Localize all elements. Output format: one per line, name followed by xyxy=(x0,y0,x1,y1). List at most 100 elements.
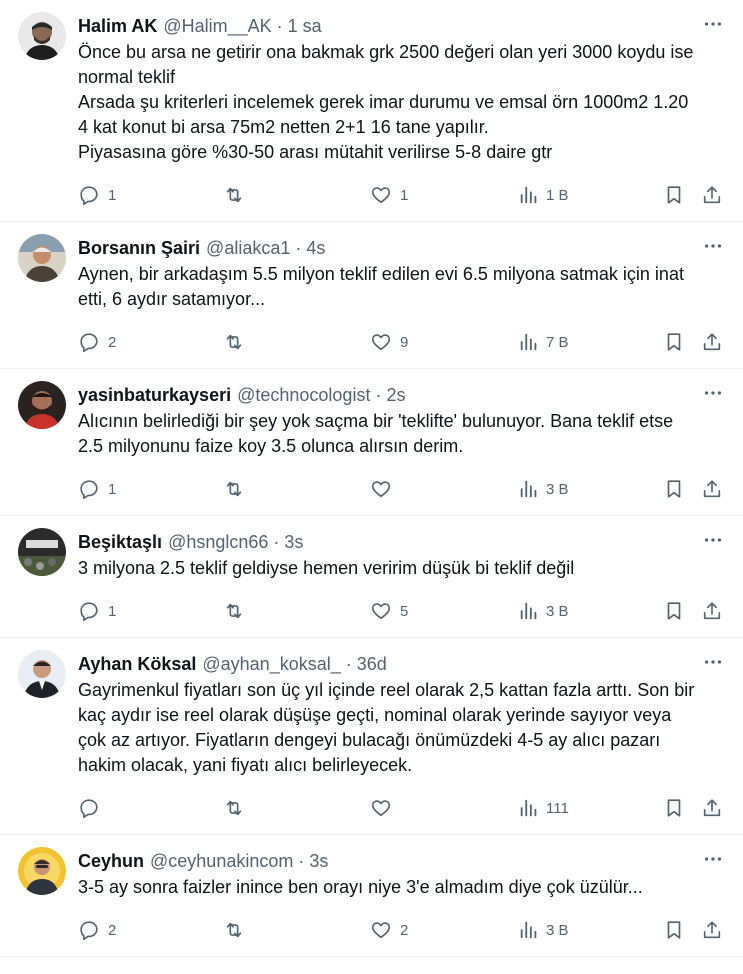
avatar[interactable] xyxy=(18,847,66,895)
user-handle[interactable]: @technocologist xyxy=(237,385,370,406)
timestamp[interactable]: 3s xyxy=(309,851,328,872)
reply-feed: Halim AK @Halim__AK · 1 sa Önce bu arsa … xyxy=(0,0,743,957)
views-button[interactable]: 1 B xyxy=(518,183,569,207)
user-handle[interactable]: @Halim__AK xyxy=(163,16,271,37)
share-button[interactable] xyxy=(701,477,723,501)
views-count: 3 B xyxy=(546,921,569,939)
timestamp[interactable]: 3s xyxy=(284,532,303,553)
retweet-button[interactable] xyxy=(223,330,253,354)
bookmark-button[interactable] xyxy=(663,330,685,354)
bookmark-icon xyxy=(663,331,685,353)
bookmark-icon xyxy=(663,184,685,206)
tweet[interactable]: Halim AK @Halim__AK · 1 sa Önce bu arsa … xyxy=(0,0,743,222)
like-button[interactable]: 1 xyxy=(370,183,408,207)
retweet-icon xyxy=(223,919,245,941)
like-button[interactable] xyxy=(370,477,400,501)
more-options-button[interactable] xyxy=(701,383,725,407)
bookmark-button[interactable] xyxy=(663,918,685,942)
display-name[interactable]: yasinbaturkayseri xyxy=(78,385,231,406)
reply-button[interactable]: 1 xyxy=(78,477,116,501)
like-button[interactable]: 5 xyxy=(370,599,408,623)
tweet-actions: 1 5 3 B xyxy=(78,587,727,637)
user-handle[interactable]: @ceyhunakincom xyxy=(150,851,293,872)
retweet-icon xyxy=(223,797,245,819)
reply-icon xyxy=(78,478,100,500)
bookmark-button[interactable] xyxy=(663,477,685,501)
retweet-button[interactable] xyxy=(223,183,253,207)
heart-icon xyxy=(370,478,392,500)
views-button[interactable]: 3 B xyxy=(518,477,569,501)
views-button[interactable]: 3 B xyxy=(518,599,569,623)
tweet[interactable]: Ceyhun @ceyhunakincom · 3s 3-5 ay sonra … xyxy=(0,835,743,957)
tweet-text: Alıcının belirlediği bir şey yok saçma b… xyxy=(78,411,679,456)
views-count: 111 xyxy=(546,799,569,817)
more-options-button[interactable] xyxy=(701,14,725,38)
timestamp[interactable]: 4s xyxy=(306,238,325,259)
bookmark-button[interactable] xyxy=(663,183,685,207)
more-options-button[interactable] xyxy=(701,530,725,554)
retweet-button[interactable] xyxy=(223,477,253,501)
display-name[interactable]: Halim AK xyxy=(78,16,157,37)
reply-icon xyxy=(78,184,100,206)
avatar[interactable] xyxy=(18,650,66,698)
timestamp[interactable]: 1 sa xyxy=(288,16,322,37)
like-button[interactable] xyxy=(370,796,400,820)
reply-icon xyxy=(78,600,100,622)
reply-icon xyxy=(78,331,100,353)
analytics-icon xyxy=(518,331,540,353)
retweet-icon xyxy=(223,331,245,353)
bookmark-button[interactable] xyxy=(663,599,685,623)
heart-icon xyxy=(370,919,392,941)
tweet[interactable]: Beşiktaşlı @hsnglcn66 · 3s 3 milyona 2.5… xyxy=(0,516,743,638)
views-button[interactable]: 111 xyxy=(518,796,569,820)
share-button[interactable] xyxy=(701,183,723,207)
reply-button[interactable]: 1 xyxy=(78,599,116,623)
retweet-button[interactable] xyxy=(223,796,253,820)
share-button[interactable] xyxy=(701,330,723,354)
reply-button[interactable] xyxy=(78,796,108,820)
more-options-button[interactable] xyxy=(701,652,725,676)
more-options-button[interactable] xyxy=(701,849,725,873)
avatar[interactable] xyxy=(18,12,66,60)
timestamp[interactable]: 2s xyxy=(386,385,405,406)
views-button[interactable]: 7 B xyxy=(518,330,569,354)
user-handle[interactable]: @aliakca1 xyxy=(206,238,290,259)
retweet-icon xyxy=(223,184,245,206)
heart-icon xyxy=(370,797,392,819)
tweet[interactable]: yasinbaturkayseri @technocologist · 2s A… xyxy=(0,369,743,516)
more-options-button[interactable] xyxy=(701,236,725,260)
tweet-actions: 1 1 1 B xyxy=(78,171,727,221)
retweet-button[interactable] xyxy=(223,918,253,942)
reply-button[interactable]: 2 xyxy=(78,330,116,354)
separator-dot: · xyxy=(295,237,302,258)
bookmark-button[interactable] xyxy=(663,796,685,820)
reply-count: 2 xyxy=(108,333,117,351)
share-button[interactable] xyxy=(701,918,723,942)
timestamp[interactable]: 36d xyxy=(357,654,387,675)
user-handle[interactable]: @ayhan_koksal_ xyxy=(202,654,340,675)
user-handle[interactable]: @hsnglcn66 xyxy=(168,532,268,553)
reply-icon xyxy=(78,919,100,941)
display-name[interactable]: Ceyhun xyxy=(78,851,144,872)
reply-button[interactable]: 1 xyxy=(78,183,116,207)
tweet[interactable]: Borsanın Şairi @aliakca1 · 4s Aynen, bir… xyxy=(0,222,743,369)
avatar[interactable] xyxy=(18,234,66,282)
views-count: 7 B xyxy=(546,333,569,351)
more-icon xyxy=(702,13,724,40)
views-count: 3 B xyxy=(546,602,569,620)
bookmark-icon xyxy=(663,478,685,500)
display-name[interactable]: Borsanın Şairi xyxy=(78,238,200,259)
like-button[interactable]: 2 xyxy=(370,918,408,942)
share-button[interactable] xyxy=(701,599,723,623)
tweet[interactable]: Ayhan Köksal @ayhan_koksal_ · 36d Gayrim… xyxy=(0,638,743,835)
separator-dot: · xyxy=(276,15,283,36)
avatar[interactable] xyxy=(18,381,66,429)
retweet-button[interactable] xyxy=(223,599,253,623)
like-button[interactable]: 9 xyxy=(370,330,408,354)
avatar[interactable] xyxy=(18,528,66,576)
views-button[interactable]: 3 B xyxy=(518,918,569,942)
display-name[interactable]: Ayhan Köksal xyxy=(78,654,196,675)
display-name[interactable]: Beşiktaşlı xyxy=(78,532,162,553)
share-button[interactable] xyxy=(701,796,723,820)
reply-button[interactable]: 2 xyxy=(78,918,116,942)
